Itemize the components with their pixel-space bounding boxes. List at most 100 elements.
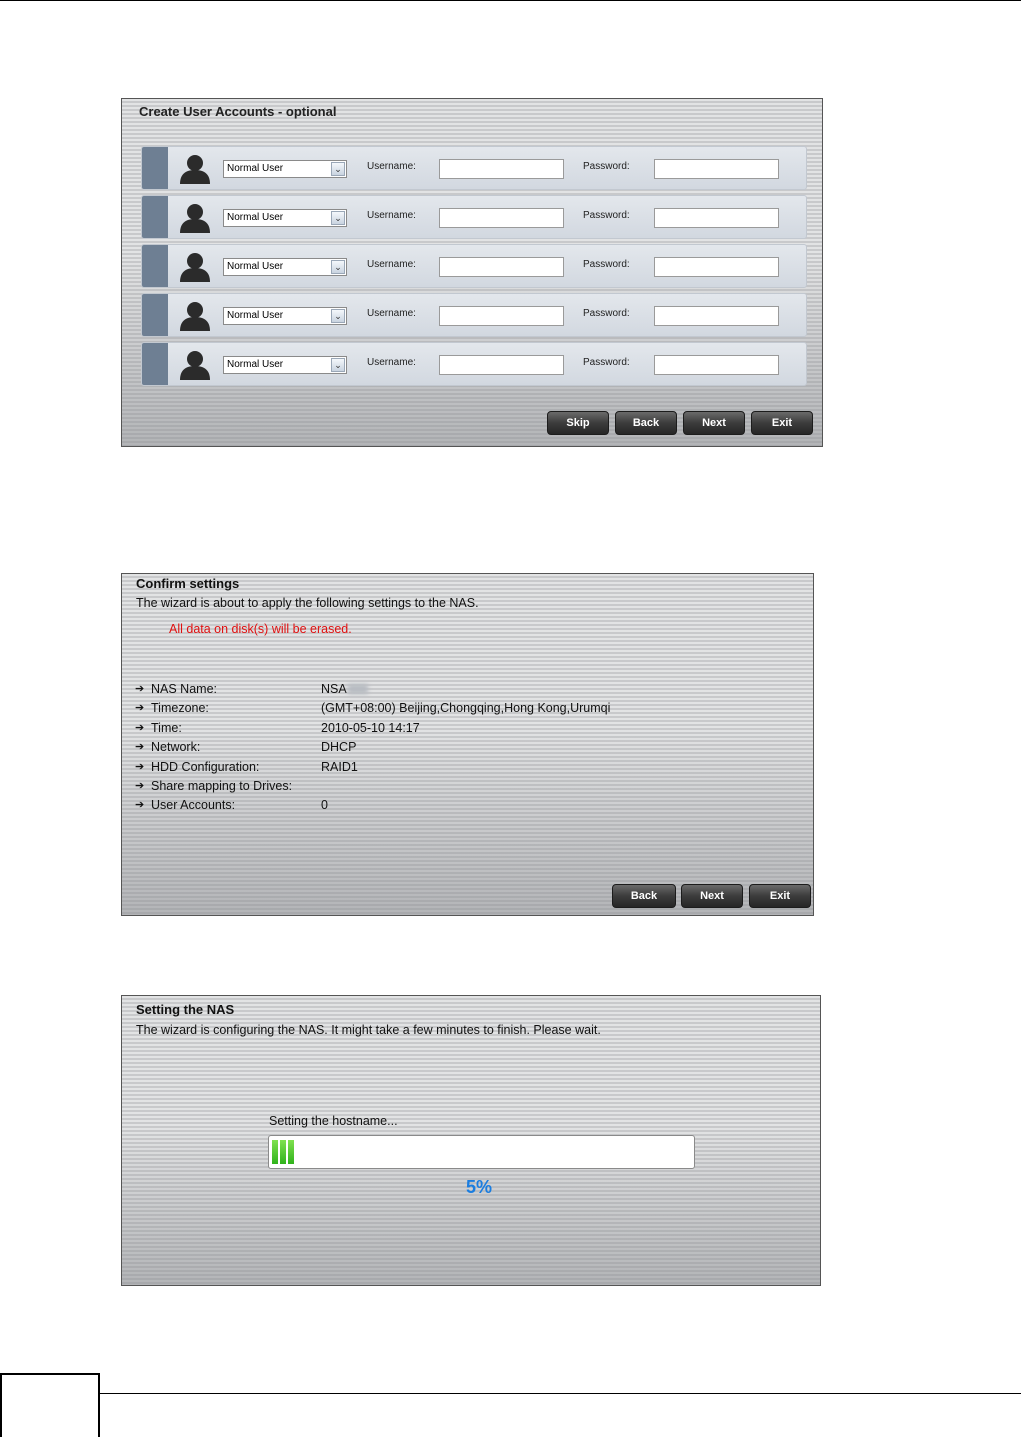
chevron-down-icon[interactable]: ⌄ — [331, 260, 345, 274]
user-role-value: Normal User — [227, 212, 284, 223]
setting-value: 0 — [321, 798, 328, 813]
setting-key: User Accounts: — [151, 798, 236, 813]
row-accent-bar — [142, 147, 168, 189]
progress-status: Setting the hostname... — [269, 1114, 398, 1128]
setting-key: Time: — [151, 720, 182, 735]
chevron-down-icon[interactable]: ⌄ — [331, 211, 345, 225]
panel-title: Setting the NAS — [136, 1002, 235, 1017]
user-role-value: Normal User — [227, 310, 284, 321]
exit-button[interactable]: Exit — [749, 884, 811, 908]
user-account-row: Normal User ⌄ Username: Password: — [141, 195, 807, 239]
setting-key: HDD Configuration: — [151, 759, 260, 774]
setting-value: NSA — [321, 682, 347, 696]
row-accent-bar — [142, 196, 168, 238]
arrow-right-icon: ➔ — [135, 721, 145, 734]
username-input[interactable] — [439, 208, 564, 228]
panel-title: Confirm settings — [136, 576, 240, 591]
setting-key: Share mapping to Drives: — [151, 779, 293, 793]
progress-segment — [272, 1140, 278, 1164]
chevron-down-icon[interactable]: ⌄ — [331, 309, 345, 323]
password-label: Password: — [583, 357, 630, 368]
progress-segment — [280, 1140, 286, 1164]
arrow-right-icon: ➔ — [135, 741, 145, 754]
arrow-right-icon: ➔ — [135, 799, 145, 812]
user-icon — [178, 349, 212, 381]
username-label: Username: — [367, 210, 416, 221]
row-accent-bar — [142, 245, 168, 287]
user-icon — [178, 202, 212, 234]
next-button[interactable]: Next — [683, 411, 745, 435]
setting-nas-panel: Setting the NAS The wizard is configurin… — [121, 995, 821, 1286]
username-label: Username: — [367, 357, 416, 368]
password-input[interactable] — [654, 306, 779, 326]
user-role-value: Normal User — [227, 163, 284, 174]
password-input[interactable] — [654, 257, 779, 277]
setting-value-wrap: RAID1 — [321, 760, 358, 774]
user-account-row: Normal User ⌄ Username: Password: — [141, 146, 807, 190]
redacted-suffix — [347, 684, 368, 694]
erase-warning: All data on disk(s) will be erased. — [169, 622, 352, 636]
username-label: Username: — [367, 259, 416, 270]
username-input[interactable] — [439, 159, 564, 179]
user-role-select[interactable]: Normal User ⌄ — [223, 160, 347, 178]
setting-key: Timezone: — [151, 701, 209, 716]
username-input[interactable] — [439, 355, 564, 375]
user-icon — [178, 300, 212, 332]
exit-button[interactable]: Exit — [751, 411, 813, 435]
footer-rule — [100, 1393, 1021, 1394]
setting-value: (GMT+08:00) Beijing,Chongqing,Hong Kong,… — [321, 701, 611, 716]
user-account-row: Normal User ⌄ Username: Password: — [141, 244, 807, 288]
page-number-box — [0, 1373, 100, 1437]
user-role-select[interactable]: Normal User ⌄ — [223, 258, 347, 276]
username-input[interactable] — [439, 257, 564, 277]
password-label: Password: — [583, 210, 630, 221]
user-icon — [178, 153, 212, 185]
password-label: Password: — [583, 161, 630, 172]
progress-bar — [268, 1135, 695, 1169]
create-user-accounts-panel: Create User Accounts - optional Normal U… — [121, 98, 823, 447]
row-accent-bar — [142, 343, 168, 385]
next-button[interactable]: Next — [681, 884, 743, 908]
username-label: Username: — [367, 308, 416, 319]
password-input[interactable] — [654, 208, 779, 228]
user-icon — [178, 251, 212, 283]
setting-value-wrap: NSA — [321, 682, 368, 696]
password-label: Password: — [583, 308, 630, 319]
setting-value-wrap: DHCP — [321, 740, 356, 754]
user-account-row: Normal User ⌄ Username: Password: — [141, 342, 807, 386]
back-button[interactable]: Back — [615, 411, 677, 435]
back-button[interactable]: Back — [612, 884, 676, 908]
setting-value: 2010-05-10 14:17 — [321, 720, 420, 735]
setting-key: Network: — [151, 740, 201, 755]
user-role-value: Normal User — [227, 359, 284, 370]
user-account-row: Normal User ⌄ Username: Password: — [141, 293, 807, 337]
password-label: Password: — [583, 259, 630, 270]
setting-value: DHCP — [321, 740, 357, 755]
setting-key: NAS Name: — [151, 682, 217, 696]
chevron-down-icon[interactable]: ⌄ — [331, 358, 345, 372]
setting-value-wrap: 2010-05-10 14:17 — [321, 721, 420, 735]
password-input[interactable] — [654, 355, 779, 375]
skip-button[interactable]: Skip — [547, 411, 609, 435]
panel-title: Create User Accounts - optional — [139, 104, 337, 119]
progress-segment — [288, 1140, 294, 1164]
arrow-right-icon: ➔ — [135, 683, 145, 695]
setting-value-wrap: 0 — [321, 798, 328, 812]
setting-value-wrap: (GMT+08:00) Beijing,Chongqing,Hong Kong,… — [321, 701, 610, 715]
username-input[interactable] — [439, 306, 564, 326]
confirm-settings-panel: Confirm settings The wizard is about to … — [121, 573, 814, 916]
chevron-down-icon[interactable]: ⌄ — [331, 162, 345, 176]
row-accent-bar — [142, 294, 168, 336]
username-label: Username: — [367, 161, 416, 172]
panel-description: The wizard is configuring the NAS. It mi… — [136, 1023, 601, 1037]
page-top-rule — [0, 0, 1021, 1]
user-role-select[interactable]: Normal User ⌄ — [223, 356, 347, 374]
user-role-value: Normal User — [227, 261, 284, 272]
arrow-right-icon: ➔ — [135, 780, 145, 792]
user-role-select[interactable]: Normal User ⌄ — [223, 307, 347, 325]
progress-fill — [272, 1140, 294, 1164]
password-input[interactable] — [654, 159, 779, 179]
user-role-select[interactable]: Normal User ⌄ — [223, 209, 347, 227]
panel-description: The wizard is about to apply the followi… — [136, 596, 479, 610]
arrow-right-icon: ➔ — [135, 760, 145, 773]
